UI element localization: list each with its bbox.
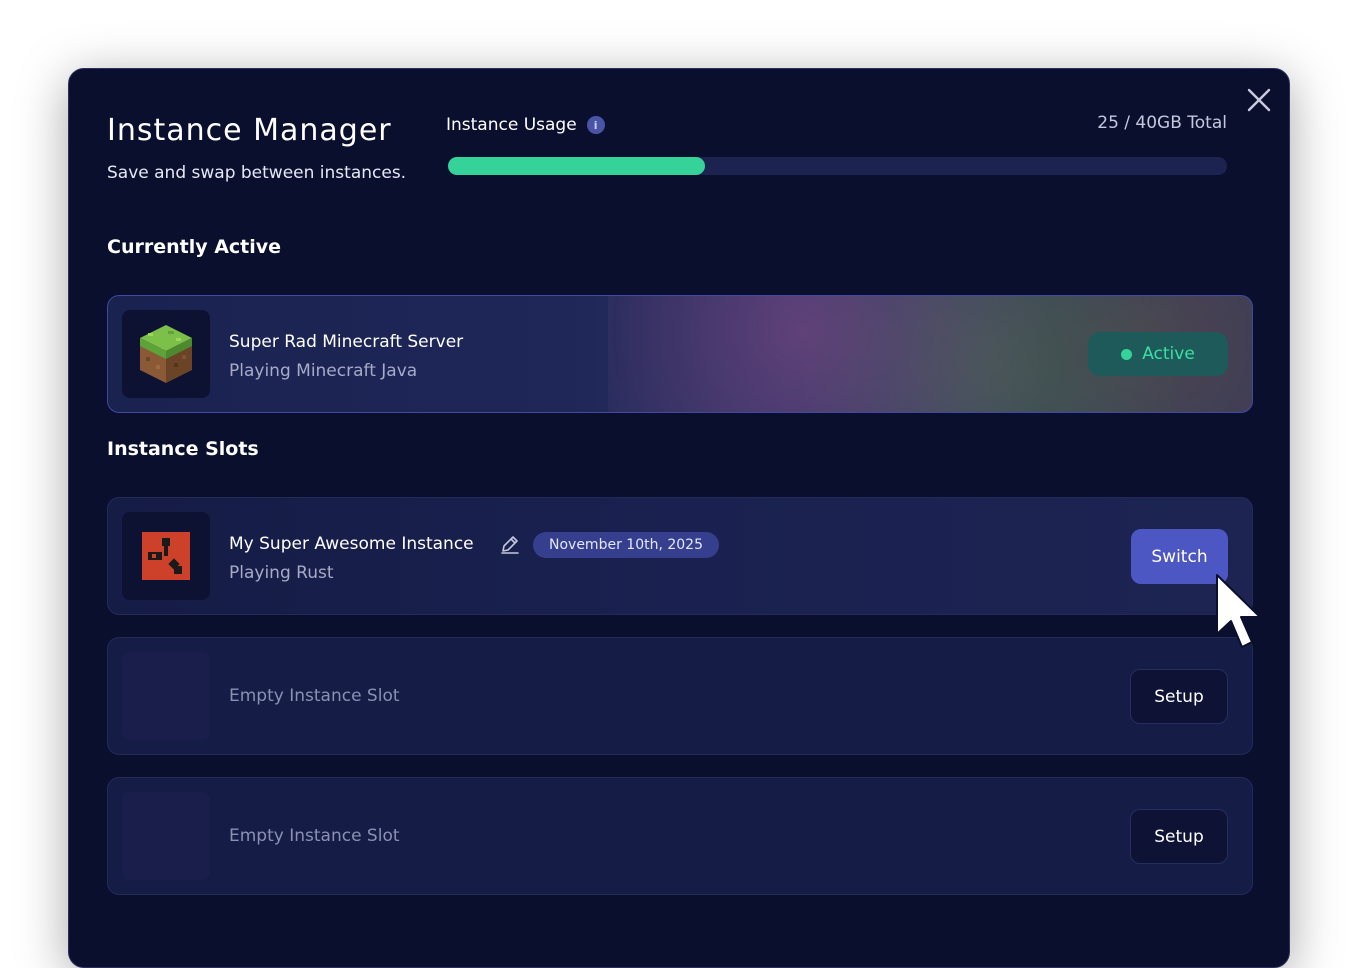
- usage-progress-fill: [448, 157, 706, 175]
- active-instance-name: Super Rad Minecraft Server: [229, 332, 464, 352]
- active-instance-card: Super Rad Minecraft Server Playing Minec…: [107, 295, 1253, 413]
- empty-slot-label: Empty Instance Slot: [229, 686, 400, 706]
- minecraft-grass-block-icon: [122, 310, 210, 398]
- setup-button[interactable]: Setup: [1130, 669, 1228, 724]
- instance-slot-name: My Super Awesome Instance: [229, 534, 474, 554]
- usage-progress-bar: [448, 157, 1227, 175]
- setup-button[interactable]: Setup: [1130, 809, 1228, 864]
- instance-manager-modal: Instance Manager Save and swap between i…: [68, 68, 1290, 968]
- currently-active-heading: Currently Active: [107, 236, 282, 258]
- status-badge: Active: [1088, 332, 1228, 376]
- status-badge-label: Active: [1142, 344, 1195, 364]
- switch-button[interactable]: Switch: [1131, 529, 1228, 584]
- instance-slot-subtitle: Playing Rust: [229, 563, 334, 583]
- close-icon[interactable]: [1246, 87, 1272, 113]
- pencil-edit-icon[interactable]: [500, 534, 520, 554]
- page-subtitle: Save and swap between instances.: [107, 163, 407, 183]
- empty-instance-slot-card: Empty Instance Slot Setup: [107, 637, 1253, 755]
- usage-label-group: Instance Usage i: [446, 115, 605, 135]
- info-icon[interactable]: i: [586, 116, 605, 134]
- usage-label: Instance Usage: [446, 115, 577, 135]
- empty-instance-slot-card: Empty Instance Slot Setup: [107, 777, 1253, 895]
- empty-slot-thumbnail: [122, 652, 210, 740]
- empty-slot-thumbnail: [122, 792, 210, 880]
- instance-slots-heading: Instance Slots: [107, 438, 259, 460]
- status-dot-icon: [1121, 348, 1133, 360]
- date-badge: November 10th, 2025: [533, 532, 719, 558]
- active-instance-subtitle: Playing Minecraft Java: [229, 361, 418, 381]
- rust-logo-icon: [122, 512, 210, 600]
- empty-slot-label: Empty Instance Slot: [229, 826, 400, 846]
- usage-total: 25 / 40GB Total: [1097, 113, 1227, 133]
- page-title: Instance Manager: [107, 113, 392, 148]
- instance-slot-card: My Super Awesome Instance November 10th,…: [107, 497, 1253, 615]
